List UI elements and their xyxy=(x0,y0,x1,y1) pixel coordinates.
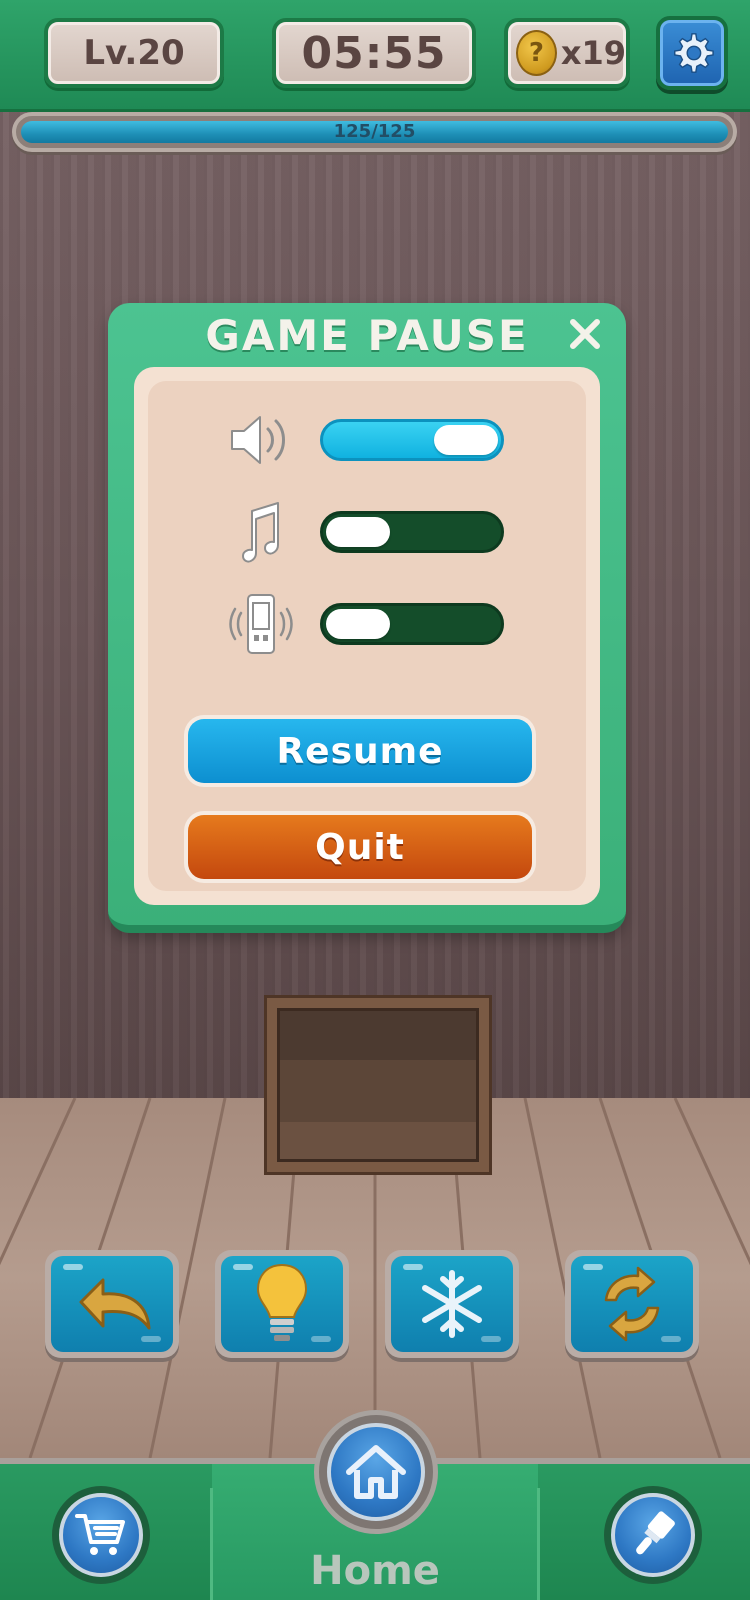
resume-button-label: Resume xyxy=(188,719,532,783)
music-note-icon xyxy=(242,502,279,563)
vibration-toggle[interactable] xyxy=(320,603,504,645)
music-setting-row xyxy=(148,499,586,563)
dialog-title: GAME PAUSE xyxy=(205,311,529,360)
sound-toggle[interactable] xyxy=(320,419,504,461)
vibration-icon xyxy=(229,594,293,654)
quit-button[interactable]: Quit xyxy=(184,811,536,883)
sound-toggle-knob xyxy=(434,425,498,455)
quit-button-label: Quit xyxy=(188,815,532,879)
pause-overlay: GAME PAUSE Resume Quit xyxy=(0,0,750,1600)
resume-button[interactable]: Resume xyxy=(184,715,536,787)
music-toggle-knob xyxy=(326,517,390,547)
pause-dialog: GAME PAUSE Resume Quit xyxy=(108,303,626,933)
vibration-toggle-knob xyxy=(326,609,390,639)
close-button[interactable] xyxy=(562,311,608,357)
speaker-icon xyxy=(231,416,285,464)
music-toggle[interactable] xyxy=(320,511,504,553)
dialog-panel: Resume Quit xyxy=(134,367,600,905)
sound-setting-row xyxy=(148,407,586,467)
dialog-inner: Resume Quit xyxy=(148,381,586,891)
vibration-setting-row xyxy=(148,591,586,654)
close-icon xyxy=(570,319,600,349)
